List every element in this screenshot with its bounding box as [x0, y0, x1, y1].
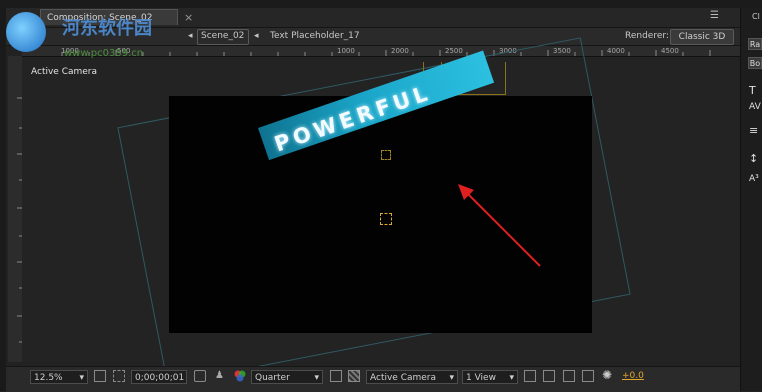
- timeline-icon[interactable]: [563, 370, 575, 382]
- flowchart-icon[interactable]: [582, 370, 594, 382]
- ruler-tick-label: 4000: [607, 47, 625, 55]
- close-tab-icon[interactable]: ×: [184, 11, 193, 24]
- watermark-logo: [6, 12, 46, 52]
- kerning-icon[interactable]: AV: [749, 102, 761, 112]
- chevron-down-icon: ▾: [509, 373, 514, 383]
- chevron-down-icon: ▾: [79, 373, 84, 383]
- exposure-value[interactable]: +0.0: [622, 371, 644, 381]
- top-strip: [0, 0, 762, 8]
- chevron-down-icon: ▾: [314, 373, 319, 383]
- panel-menu-icon[interactable]: ☰: [710, 10, 719, 21]
- right-dock-button[interactable]: Bo: [748, 57, 762, 69]
- timecode-field[interactable]: 0;00;00;01: [131, 370, 187, 384]
- breadcrumb-layer[interactable]: Text Placeholder_17: [270, 29, 360, 44]
- right-dock-button[interactable]: Ra: [748, 38, 762, 50]
- baseline-shift-icon[interactable]: A³: [749, 174, 759, 184]
- ruler-tick-label: 1000: [337, 47, 355, 55]
- view-layout-dropdown[interactable]: 1 View ▾: [462, 370, 518, 384]
- camera-view-value: Active Camera: [370, 373, 437, 383]
- viewer-camera-label: Active Camera: [31, 67, 98, 77]
- ruler-tick-label: 2500: [445, 47, 463, 55]
- breadcrumb-scene[interactable]: Scene_02: [201, 29, 244, 44]
- right-dock-tab[interactable]: Cl: [752, 12, 760, 21]
- zoom-dropdown[interactable]: 12.5% ▾: [30, 370, 88, 384]
- transparency-grid-icon[interactable]: [348, 370, 360, 382]
- camera-view-dropdown[interactable]: Active Camera ▾: [366, 370, 458, 384]
- line-spacing-icon[interactable]: ≡: [749, 124, 758, 137]
- show-snapshot-icon[interactable]: ♟: [215, 370, 224, 381]
- vertical-scale-icon[interactable]: ↕: [749, 152, 758, 165]
- rgb-channels-icon: [234, 370, 246, 382]
- snapshot-icon[interactable]: [194, 370, 206, 382]
- breadcrumb-sep-icon: ◂: [254, 31, 259, 41]
- region-of-interest-icon[interactable]: [113, 370, 125, 382]
- chevron-down-icon: ▾: [449, 373, 454, 383]
- watermark-title: 河东软件园: [62, 18, 152, 39]
- renderer-label: Renderer:: [625, 31, 669, 41]
- annotation-arrow: [458, 184, 541, 267]
- fast-draft-icon[interactable]: [543, 370, 555, 382]
- layer-anchor-secondary[interactable]: [381, 150, 391, 160]
- ruler-tick-label: 4500: [661, 47, 679, 55]
- zoom-value: 12.5%: [34, 373, 63, 383]
- breadcrumb-prev-icon[interactable]: ◂: [188, 29, 193, 44]
- exposure-reset-icon[interactable]: ✺: [602, 368, 612, 382]
- fit-view-icon[interactable]: [94, 370, 106, 382]
- resolution-value: Quarter: [255, 373, 290, 383]
- channels-icon[interactable]: [233, 368, 247, 387]
- renderer-button[interactable]: Classic 3D: [670, 29, 734, 45]
- layer-anchor-point[interactable]: [380, 213, 392, 225]
- ruler-left: [8, 56, 23, 362]
- text-size-icon[interactable]: T: [749, 84, 756, 97]
- watermark-url: www.pc0359.cn: [64, 48, 144, 59]
- view-layout-value: 1 View: [466, 373, 496, 383]
- ruler-tick-label: 2000: [391, 47, 409, 55]
- ruler-left-ticks: [17, 97, 22, 343]
- fast-previews-icon[interactable]: [330, 370, 342, 382]
- toggle-pixel-aspect-icon[interactable]: [524, 370, 536, 382]
- resolution-dropdown[interactable]: Quarter ▾: [251, 370, 323, 384]
